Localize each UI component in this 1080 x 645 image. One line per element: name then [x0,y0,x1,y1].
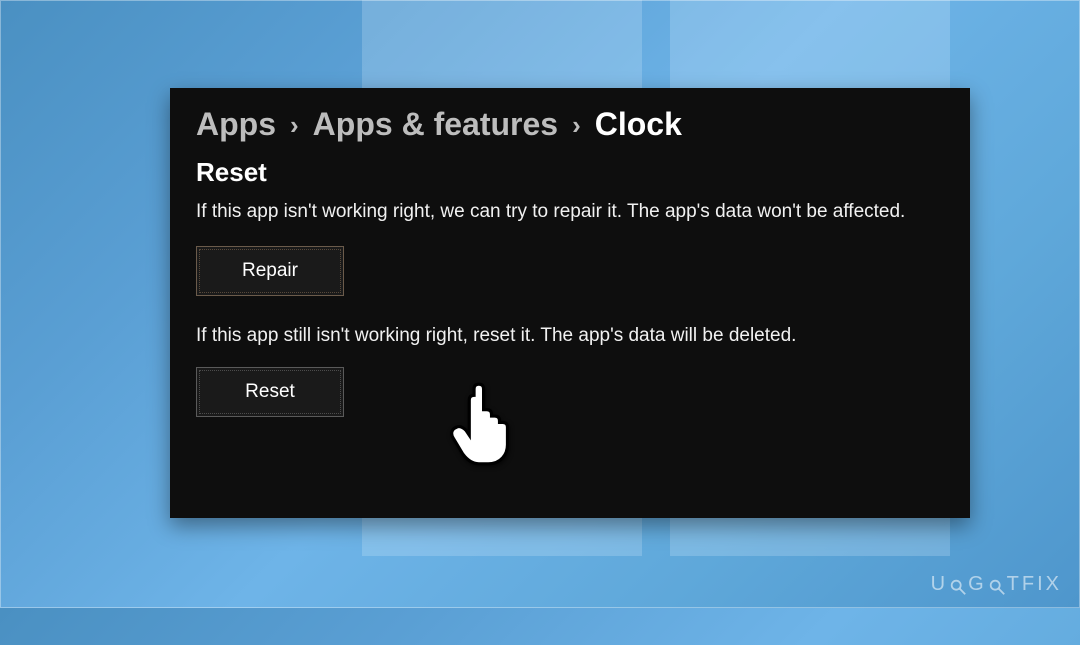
breadcrumb: Apps › Apps & features › Clock [196,106,944,143]
breadcrumb-apps-features[interactable]: Apps & features [313,106,558,143]
chevron-right-icon: › [290,112,299,138]
reset-button[interactable]: Reset [196,367,344,417]
breadcrumb-apps[interactable]: Apps [196,106,276,143]
chevron-right-icon: › [572,112,581,138]
watermark-suffix: TFIX [1007,573,1062,596]
section-title-reset: Reset [196,157,944,188]
reset-description: If this app still isn't working right, r… [196,322,944,350]
watermark: U G TFIX [931,573,1062,596]
repair-button[interactable]: Repair [196,246,344,296]
settings-panel: Apps › Apps & features › Clock Reset If … [170,88,970,518]
repair-description: If this app isn't working right, we can … [196,198,926,226]
hand-cursor-icon [450,381,514,467]
breadcrumb-current: Clock [595,106,682,143]
watermark-prefix: U [931,573,948,596]
magnify-icon [949,578,967,596]
watermark-mid: G [968,573,987,596]
magnify-icon [988,578,1006,596]
